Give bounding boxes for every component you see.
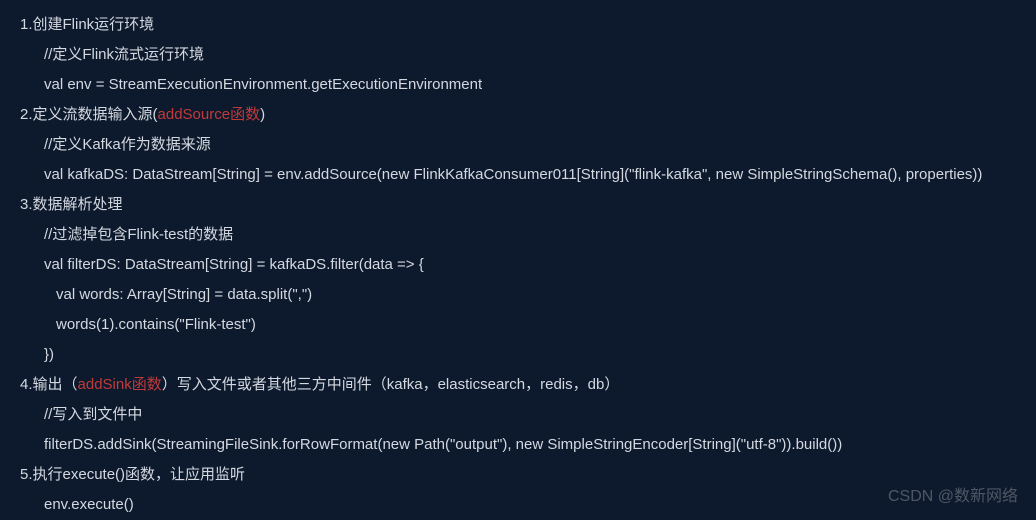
text: words(1).contains("Flink-test") — [56, 316, 256, 333]
code-line: val words: Array[String] = data.split(",… — [20, 280, 1016, 310]
highlight-text: addSource函数 — [158, 106, 261, 123]
code-line: }) — [20, 340, 1016, 370]
code-line: val env = StreamExecutionEnvironment.get… — [20, 70, 1016, 100]
text: env.execute() — [44, 496, 134, 513]
code-line: val filterDS: DataStream[String] = kafka… — [20, 250, 1016, 280]
text: //写入到文件中 — [44, 406, 142, 423]
code-line: //写入到文件中 — [20, 400, 1016, 430]
text: 2.定义流数据输入源( — [20, 106, 158, 123]
code-line: //定义Kafka作为数据来源 — [20, 130, 1016, 160]
text: 1.创建Flink运行环境 — [20, 16, 154, 33]
text: filterDS.addSink(StreamingFileSink.forRo… — [44, 436, 842, 453]
text: //定义Flink流式运行环境 — [44, 46, 204, 63]
code-line: 4.输出（addSink函数）写入文件或者其他三方中间件（kafka，elast… — [20, 370, 1016, 400]
text: 4.输出（ — [20, 376, 78, 393]
code-line: filterDS.addSink(StreamingFileSink.forRo… — [20, 430, 1016, 460]
code-line: 2.定义流数据输入源(addSource函数) — [20, 100, 1016, 130]
text: val env = StreamExecutionEnvironment.get… — [44, 76, 482, 93]
text: 5.执行execute()函数，让应用监听 — [20, 466, 245, 483]
code-line: 1.创建Flink运行环境 — [20, 10, 1016, 40]
code-line: env.execute() — [20, 490, 1016, 520]
text: val words: Array[String] = data.split(",… — [56, 286, 312, 303]
code-line: 3.数据解析处理 — [20, 190, 1016, 220]
text: val filterDS: DataStream[String] = kafka… — [44, 256, 424, 273]
code-line: //定义Flink流式运行环境 — [20, 40, 1016, 70]
text: //过滤掉包含Flink-test的数据 — [44, 226, 233, 243]
code-line: //过滤掉包含Flink-test的数据 — [20, 220, 1016, 250]
code-line: words(1).contains("Flink-test") — [20, 310, 1016, 340]
text: 3.数据解析处理 — [20, 196, 123, 213]
text: //定义Kafka作为数据来源 — [44, 136, 211, 153]
code-line: 5.执行execute()函数，让应用监听 — [20, 460, 1016, 490]
text: ) — [260, 106, 265, 123]
text: }) — [44, 346, 54, 363]
text: val kafkaDS: DataStream[String] = env.ad… — [44, 166, 982, 183]
highlight-text: addSink函数 — [78, 376, 162, 393]
text: ）写入文件或者其他三方中间件（kafka，elasticsearch，redis… — [162, 376, 620, 393]
code-line: val kafkaDS: DataStream[String] = env.ad… — [20, 160, 1016, 190]
